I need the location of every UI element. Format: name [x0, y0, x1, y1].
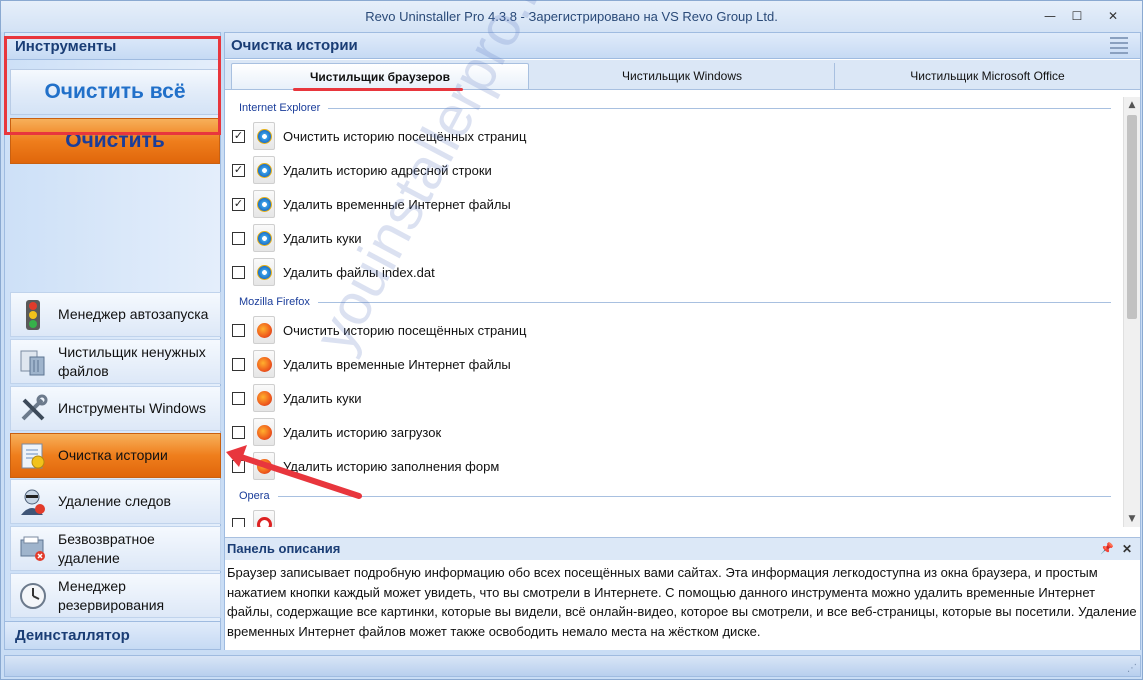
firefox-icon [253, 350, 275, 378]
uninstaller-section[interactable]: Деинсталлятор [5, 621, 220, 649]
list-item[interactable]: Удалить файлы index.dat [232, 255, 435, 289]
spy-icon [18, 487, 48, 517]
sidebar-item-junk-cleaner[interactable]: Чистильщик ненужных файлов [10, 339, 221, 384]
tab-office-cleaner[interactable]: Чистильщик Microsoft Office [835, 63, 1140, 89]
sidebar-item-label: Менеджер автозапуска [58, 306, 209, 322]
list-item[interactable]: Удалить историю загрузок [232, 415, 441, 449]
sidebar-item-label: Менеджер резервирования [58, 577, 165, 613]
checkbox[interactable] [232, 459, 245, 473]
list-item[interactable]: Удалить куки [232, 221, 362, 255]
checkbox[interactable] [232, 265, 245, 279]
firefox-icon [253, 316, 275, 344]
description-panel: Панель описания 📌 ✕ Браузер записывает п… [225, 537, 1140, 650]
checkbox[interactable]: ✓ [232, 129, 245, 143]
tab-bar: Чистильщик браузеров Чистильщик Windows … [225, 60, 1140, 90]
ie-icon [253, 258, 275, 286]
list-item[interactable]: ✓ Удалить историю адресной строки [232, 153, 492, 187]
sidebar-item-autorun[interactable]: Менеджер автозапуска [10, 292, 221, 337]
shred-icon [18, 534, 48, 564]
traffic-light-icon [18, 299, 48, 330]
close-icon[interactable]: ✕ [1122, 538, 1132, 560]
sidebar-item-traces[interactable]: Удаление следов [10, 479, 221, 524]
list-item[interactable]: Удалить временные Интернет файлы [232, 347, 511, 381]
ie-icon [253, 224, 275, 252]
list-item[interactable]: Удалить историю заполнения форм [232, 449, 499, 483]
checkbox[interactable]: ✓ [232, 163, 245, 177]
sidebar-item-label: Удаление следов [58, 493, 171, 509]
trash-files-icon [18, 347, 48, 377]
minimize-button[interactable]: — [1041, 7, 1059, 25]
vertical-scrollbar[interactable]: ▲ ▼ [1123, 97, 1140, 527]
opera-icon [253, 510, 275, 527]
page-title: Очистка истории [225, 33, 1140, 59]
checkbox[interactable] [232, 391, 245, 405]
firefox-icon [253, 384, 275, 412]
sidebar-item-backup[interactable]: Менеджер резервирования [10, 573, 221, 618]
ie-icon [253, 156, 275, 184]
window-title: Revo Uninstaller Pro 4.3.8 - Зарегистрир… [365, 9, 778, 24]
resize-grip-icon[interactable]: ⋰ [1127, 663, 1137, 674]
tab-windows-cleaner[interactable]: Чистильщик Windows [530, 63, 835, 89]
checkbox[interactable] [232, 323, 245, 337]
ie-icon [253, 190, 275, 218]
checkbox[interactable] [232, 357, 245, 371]
sidebar-item-shredder[interactable]: Безвозвратное удаление [10, 526, 221, 571]
scroll-down-icon[interactable]: ▼ [1124, 511, 1140, 527]
pin-icon[interactable]: 📌 [1100, 538, 1114, 560]
firefox-icon [253, 452, 275, 480]
title-bar: Revo Uninstaller Pro 4.3.8 - Зарегистрир… [1, 1, 1142, 32]
menu-icon[interactable] [1110, 37, 1128, 54]
list-item[interactable]: Очистить историю посещённых страниц [232, 313, 526, 347]
tools-icon [18, 394, 48, 424]
list-item[interactable] [232, 507, 283, 527]
checkbox[interactable] [232, 231, 245, 245]
firefox-icon [253, 418, 275, 446]
app-window: Revo Uninstaller Pro 4.3.8 - Зарегистрир… [0, 0, 1143, 680]
list-item[interactable]: Удалить куки [232, 381, 362, 415]
highlight-frame [4, 36, 221, 135]
checkbox[interactable] [232, 517, 245, 527]
maximize-button[interactable]: ☐ [1068, 7, 1086, 25]
sidebar-item-history-clean[interactable]: Очистка истории [10, 433, 221, 478]
group-internet-explorer: Internet Explorer [239, 101, 1111, 115]
ie-icon [253, 122, 275, 150]
sidebar-item-label: Безвозвратное удаление [58, 530, 155, 566]
group-opera: Opera [239, 489, 1111, 503]
description-text: Браузер записывает подробную информацию … [225, 560, 1140, 650]
main-panel: Очистка истории Чистильщик браузеров Чис… [224, 32, 1141, 650]
backup-clock-icon [18, 581, 48, 611]
checkbox[interactable] [232, 425, 245, 439]
list-item[interactable]: ✓ Удалить временные Интернет файлы [232, 187, 511, 221]
sidebar-item-windows-tools[interactable]: Инструменты Windows [10, 386, 221, 431]
scroll-thumb[interactable] [1127, 115, 1137, 319]
tab-browser-cleaner[interactable]: Чистильщик браузеров [231, 63, 529, 89]
sidebar-item-label: Очистка истории [58, 447, 168, 463]
description-header: Панель описания 📌 ✕ [225, 538, 1140, 560]
sidebar-item-label: Инструменты Windows [58, 400, 206, 416]
checkbox[interactable]: ✓ [232, 197, 245, 211]
tab-highlight-underline [293, 88, 463, 91]
list-item[interactable]: ✓ Очистить историю посещённых страниц [232, 119, 526, 153]
status-bar: ⋰ [4, 655, 1141, 677]
sidebar-item-label: Чистильщик ненужных файлов [58, 343, 206, 379]
cleaner-list: Internet Explorer ✓ Очистить историю посе… [225, 97, 1123, 527]
history-clean-icon [18, 441, 48, 471]
group-mozilla-firefox: Mozilla Firefox [239, 295, 1111, 309]
close-button[interactable]: ✕ [1104, 7, 1122, 25]
scroll-up-icon[interactable]: ▲ [1124, 97, 1140, 113]
